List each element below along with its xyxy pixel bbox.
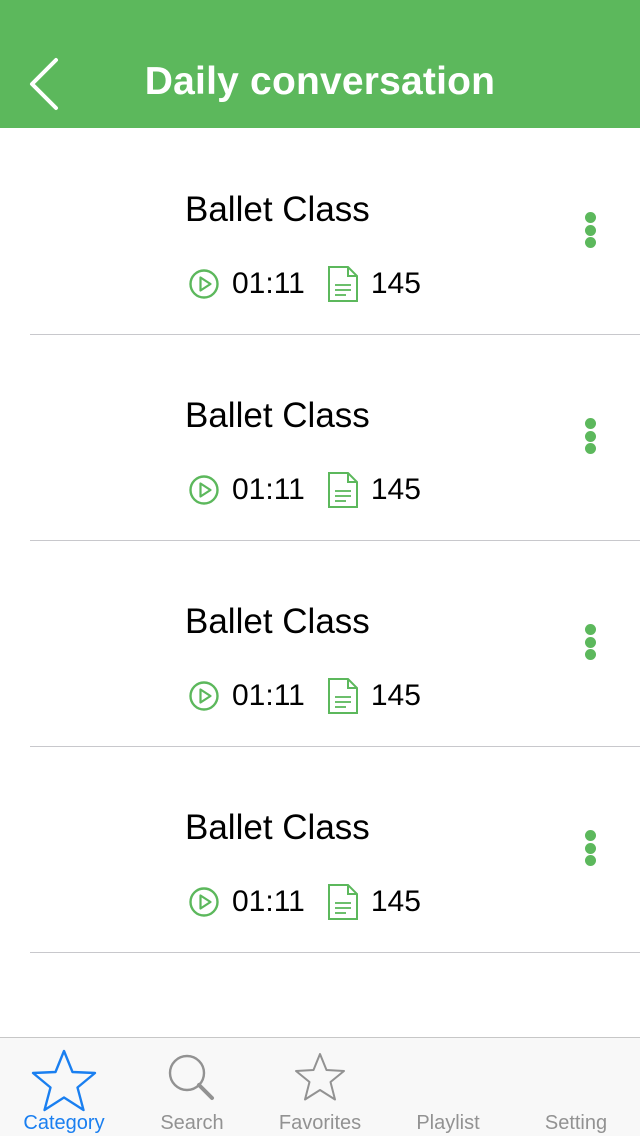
more-dot-icon xyxy=(584,830,596,841)
item-title: Ballet Class xyxy=(185,602,370,641)
tab-label: Search xyxy=(160,1112,224,1134)
play-circle-icon xyxy=(188,470,220,510)
more-dot-icon xyxy=(584,212,596,223)
document-icon xyxy=(327,470,359,510)
list-item[interactable]: Ballet Class 01:11 145 xyxy=(0,334,640,541)
item-meta: 01:11 145 xyxy=(188,882,421,922)
star-icon xyxy=(0,1048,128,1112)
item-title: Ballet Class xyxy=(185,396,370,435)
more-options-button[interactable] xyxy=(572,620,608,664)
conversation-list: Ballet Class 01:11 145 Ballet Class 01:1… xyxy=(0,128,640,953)
tab-label: Setting xyxy=(544,1112,608,1134)
playlist-icon xyxy=(384,1048,512,1108)
item-count: 145 xyxy=(370,473,421,506)
item-duration: 01:11 xyxy=(232,267,305,300)
item-duration: 01:11 xyxy=(232,473,305,506)
play-circle-icon xyxy=(188,676,220,716)
more-dot-icon xyxy=(584,443,596,454)
star-outline-icon xyxy=(256,1048,384,1108)
play-circle-icon xyxy=(188,264,220,304)
more-dot-icon xyxy=(584,636,596,648)
gear-icon xyxy=(512,1048,640,1108)
list-item[interactable]: Ballet Class 01:11 145 xyxy=(0,128,640,335)
tab-favorites[interactable]: Favorites xyxy=(256,1038,384,1136)
more-options-button[interactable] xyxy=(572,208,608,252)
document-icon xyxy=(327,882,359,922)
magnifier-icon xyxy=(128,1048,256,1108)
more-dot-icon xyxy=(584,649,596,660)
page-title: Daily conversation xyxy=(144,60,496,103)
item-meta: 01:11 145 xyxy=(188,470,421,510)
play-circle-icon xyxy=(188,882,220,922)
navigation-bar: Daily conversation xyxy=(0,0,640,128)
item-count: 145 xyxy=(370,885,421,918)
item-title: Ballet Class xyxy=(185,808,370,847)
tab-category[interactable]: Category xyxy=(0,1038,128,1136)
item-title: Ballet Class xyxy=(185,190,370,229)
tab-setting[interactable]: Setting xyxy=(512,1038,640,1136)
item-meta: 01:11 145 xyxy=(188,676,421,716)
more-options-button[interactable] xyxy=(572,414,608,458)
more-dot-icon xyxy=(584,224,596,236)
tab-label: Favorites xyxy=(278,1112,362,1134)
more-dot-icon xyxy=(584,418,596,429)
list-item[interactable]: Ballet Class 01:11 145 xyxy=(0,746,640,953)
item-count: 145 xyxy=(370,679,421,712)
more-dot-icon xyxy=(584,842,596,854)
tab-label: Category xyxy=(23,1112,105,1134)
tab-bar: Category Search Favorites Playlist Setti… xyxy=(0,1037,640,1136)
document-icon xyxy=(327,264,359,304)
more-dot-icon xyxy=(584,237,596,248)
list-item[interactable]: Ballet Class 01:11 145 xyxy=(0,540,640,747)
tab-playlist[interactable]: Playlist xyxy=(384,1038,512,1136)
item-meta: 01:11 145 xyxy=(188,264,421,304)
tab-search[interactable]: Search xyxy=(128,1038,256,1136)
more-dot-icon xyxy=(584,624,596,635)
item-duration: 01:11 xyxy=(232,679,305,712)
more-dot-icon xyxy=(584,855,596,866)
item-count: 145 xyxy=(370,267,421,300)
document-icon xyxy=(327,676,359,716)
item-duration: 01:11 xyxy=(232,885,305,918)
divider xyxy=(30,952,640,953)
more-options-button[interactable] xyxy=(572,826,608,870)
more-dot-icon xyxy=(584,430,596,442)
tab-label: Playlist xyxy=(416,1112,480,1134)
